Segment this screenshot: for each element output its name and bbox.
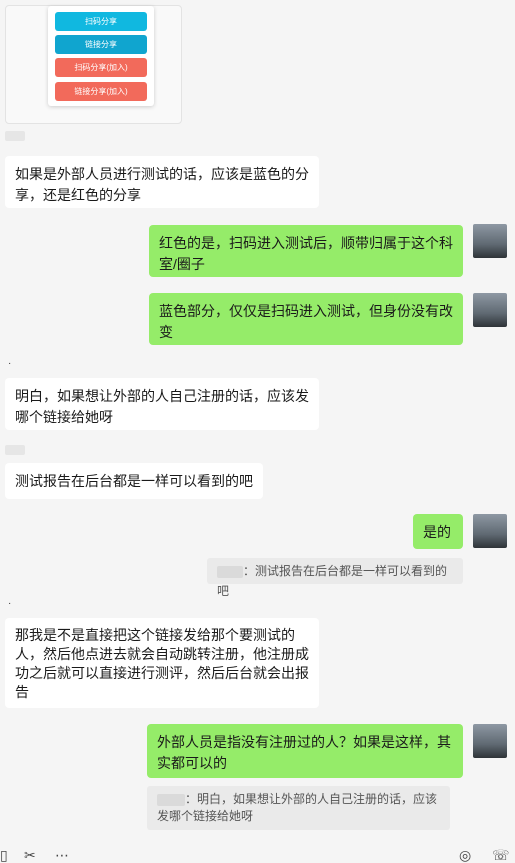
scissors-icon[interactable]: ✂ xyxy=(24,847,36,863)
share-menu: 扫码分享 链接分享 扫码分享(加入) 链接分享(加入) xyxy=(48,6,154,106)
message-bubble-right[interactable]: 蓝色部分，仅仅是扫码进入测试，但身份没有改变 xyxy=(149,293,463,345)
sender-name xyxy=(5,445,25,455)
my-avatar[interactable] xyxy=(473,724,507,758)
shared-image-card[interactable]: 扫码分享 链接分享 扫码分享(加入) 链接分享(加入) xyxy=(5,5,182,124)
message-bubble-right[interactable]: 外部人员是指没有注册过的人？如果是这样，其实都可以的 xyxy=(147,724,463,778)
message-bubble-left[interactable]: 测试报告在后台都是一样可以看到的吧 xyxy=(5,463,263,499)
message-bubble-left[interactable]: 如果是外部人员进行测试的话，应该是蓝色的分享，还是红色的分享 xyxy=(5,156,319,208)
my-avatar[interactable] xyxy=(473,224,507,258)
sender-name xyxy=(5,131,25,141)
link-share-join-button: 链接分享(加入) xyxy=(55,82,147,101)
my-avatar[interactable] xyxy=(473,293,507,327)
my-avatar[interactable] xyxy=(473,514,507,548)
message-bubble-left[interactable]: 那我是不是直接把这个链接发给那个要测试的人，然后他点进去就会自动跳转注册，他注册… xyxy=(5,618,319,708)
input-toolbar: ▯ ✂ ⋯ ◎ ☏ xyxy=(0,847,515,863)
message-bubble-right[interactable]: 是的 xyxy=(413,514,463,549)
video-call-icon[interactable]: ☏ xyxy=(492,847,510,863)
scan-share-button: 扫码分享 xyxy=(55,12,147,31)
message-bubble-right[interactable]: 红色的是，扫码进入测试后，顺带归属于这个科室/圈子 xyxy=(149,225,463,277)
link-share-button: 链接分享 xyxy=(55,35,147,54)
message-bubble-left[interactable]: 明白，如果想让外部的人自己注册的话，应该发哪个链接给她呀 xyxy=(5,378,319,430)
chat-history-icon[interactable]: ⋯ xyxy=(55,847,69,863)
quoted-text: ：测试报告在后台都是一样可以看到的吧 xyxy=(217,564,448,598)
quoted-sender xyxy=(157,793,185,806)
quoted-text: ：明白，如果想让外部的人自己注册的话，应该发哪个链接给她呀 xyxy=(157,792,438,823)
folder-icon[interactable]: ▯ xyxy=(0,847,8,863)
quoted-message[interactable]: ：明白，如果想让外部的人自己注册的话，应该发哪个链接给她呀 xyxy=(147,786,450,830)
sender-name: · xyxy=(8,358,12,369)
quoted-sender xyxy=(217,565,243,578)
quoted-message[interactable]: ：测试报告在后台都是一样可以看到的吧 xyxy=(207,558,463,598)
voice-call-icon[interactable]: ◎ xyxy=(459,847,471,863)
sender-name: · xyxy=(8,598,12,609)
scan-share-join-button: 扫码分享(加入) xyxy=(55,58,147,77)
